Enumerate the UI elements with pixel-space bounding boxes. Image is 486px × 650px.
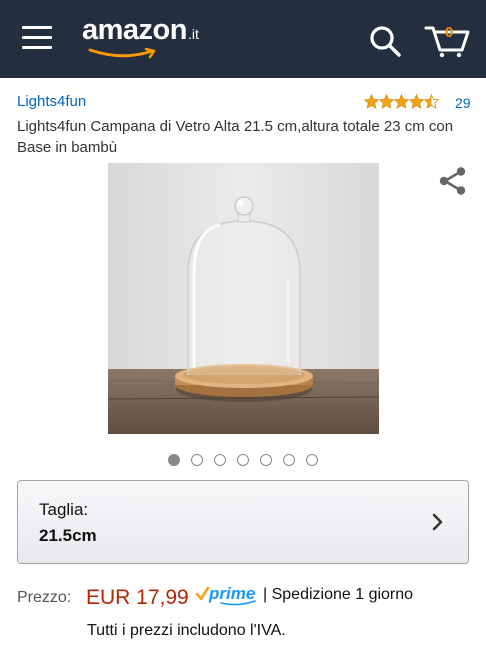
review-count-link[interactable]: 29	[455, 95, 471, 111]
brand-link[interactable]: Lights4fun	[17, 93, 86, 110]
price-label: Prezzo:	[17, 589, 72, 606]
carousel-dot[interactable]	[260, 454, 272, 466]
vat-note: Tutti i prezzi includono l'IVA.	[87, 622, 286, 639]
logo-tld: .it	[187, 26, 199, 42]
share-icon[interactable]	[437, 165, 469, 197]
carousel-dot[interactable]	[214, 454, 226, 466]
search-icon[interactable]	[368, 24, 402, 58]
carousel-dot[interactable]	[306, 454, 318, 466]
price-row: Prezzo: EUR 17,99 prime | Spedizione 1 g…	[17, 584, 477, 612]
prime-text: prime	[208, 584, 255, 603]
top-navigation-bar: amazon.it 0	[0, 0, 486, 78]
carousel-dot[interactable]	[283, 454, 295, 466]
shipping-info: | Spedizione 1 giorno	[263, 586, 414, 603]
logo-text: amazon	[82, 14, 187, 46]
menu-icon[interactable]	[22, 26, 54, 52]
prime-badge: prime	[195, 584, 261, 606]
size-label: Taglia:	[39, 500, 89, 519]
chevron-right-icon	[432, 513, 444, 536]
product-image[interactable]	[108, 163, 379, 434]
size-selector[interactable]: Taglia: 21.5cm	[17, 480, 469, 564]
cart-icon[interactable]: 0	[424, 22, 470, 58]
rating-stars[interactable]	[364, 94, 440, 110]
carousel-dot[interactable]	[168, 454, 180, 466]
logo-smile-icon	[88, 47, 156, 59]
product-title: Lights4fun Campana di Vetro Alta 21.5 cm…	[17, 118, 454, 156]
carousel-dot[interactable]	[191, 454, 203, 466]
cart-count-badge: 0	[445, 24, 454, 41]
price-value: EUR 17,99	[86, 586, 189, 609]
size-value: 21.5cm	[39, 526, 97, 545]
carousel-dot[interactable]	[237, 454, 249, 466]
amazon-logo[interactable]: amazon.it	[82, 14, 199, 59]
